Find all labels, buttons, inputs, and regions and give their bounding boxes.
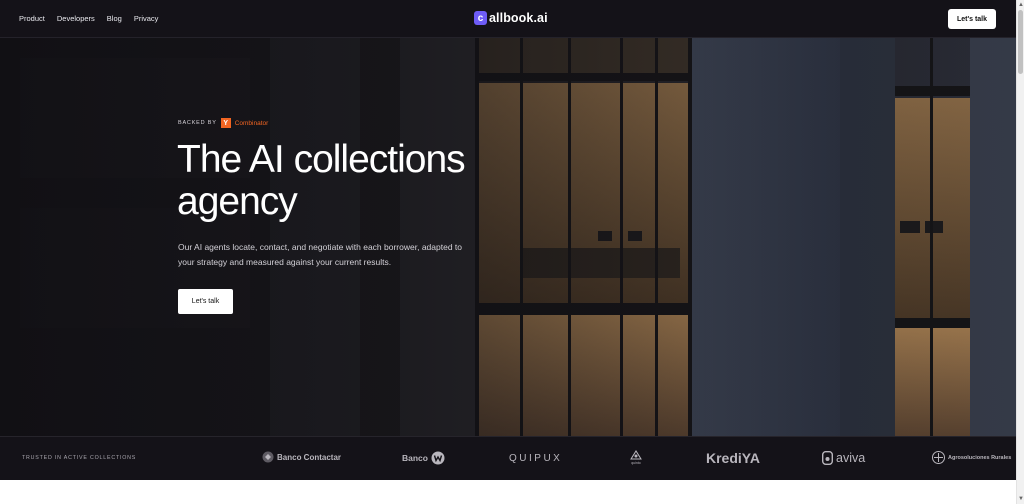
backed-by-label: BACKED BY	[178, 120, 217, 126]
logo-quinto: quinto	[630, 450, 642, 465]
scroll-down-icon[interactable]: ▼	[1018, 496, 1024, 502]
brand-logo-icon: c	[474, 11, 487, 25]
nav-links: Product Developers Blog Privacy	[19, 14, 158, 23]
yc-name: Combinator	[234, 119, 269, 127]
aviva-icon	[822, 451, 833, 465]
nav-link-privacy[interactable]: Privacy	[134, 14, 159, 23]
page-scrollbar[interactable]: ▲ ▼	[1016, 0, 1024, 504]
hero-overlay	[0, 38, 1016, 436]
banco-w-icon	[431, 451, 445, 465]
banco-contactar-icon	[262, 451, 274, 463]
brand-name: allbook.ai	[489, 11, 548, 25]
top-navigation: Product Developers Blog Privacy c allboo…	[0, 0, 1016, 38]
quinto-text: quinto	[631, 461, 641, 465]
nav-link-product[interactable]: Product	[19, 14, 45, 23]
backed-by-badge: BACKED BY Y Combinator	[178, 118, 268, 128]
yc-logo-icon: Y	[220, 118, 231, 128]
hero-lets-talk-button[interactable]: Let's talk	[178, 289, 233, 314]
page-viewport: Product Developers Blog Privacy c allboo…	[0, 0, 1016, 504]
nav-link-blog[interactable]: Blog	[107, 14, 122, 23]
nav-link-developers[interactable]: Developers	[57, 14, 95, 23]
quipux-text: QUIPUX	[509, 453, 563, 464]
scrollbar-thumb[interactable]	[1018, 10, 1023, 74]
logo-quipux: QUIPUX	[509, 453, 562, 464]
banco-w-text: Banco	[402, 453, 428, 463]
agro-icon	[932, 451, 945, 464]
krediya-text: KrediYA	[706, 450, 760, 466]
logo-agrosoluciones: Agrosoluciones Rurales	[932, 451, 1011, 464]
banco-contactar-text: Banco Contactar	[277, 452, 342, 462]
hero-section: BACKED BY Y Combinator The AI collection…	[0, 38, 1016, 436]
hero-subtext: Our AI agents locate, contact, and negot…	[178, 242, 462, 267]
brand-logo[interactable]: c allbook.ai	[474, 11, 548, 25]
logo-banco-contactar: Banco Contactar	[262, 451, 341, 463]
trusted-logos-strip: TRUSTED IN ACTIVE COLLECTIONS Banco Cont…	[0, 436, 1016, 480]
scroll-up-icon[interactable]: ▲	[1018, 2, 1024, 8]
aviva-text: aviva	[836, 451, 866, 465]
logo-krediya: KrediYA	[706, 450, 760, 466]
logo-banco-w: Banco	[402, 451, 445, 465]
nav-lets-talk-button[interactable]: Let's talk	[948, 9, 996, 29]
trusted-label: TRUSTED IN ACTIVE COLLECTIONS	[22, 455, 137, 461]
logo-aviva: aviva	[822, 451, 865, 465]
hero-headline: The AI collections agency	[177, 138, 466, 223]
below-fold-area	[0, 480, 1016, 504]
agro-text: Agrosoluciones Rurales	[948, 454, 1012, 461]
quinto-icon	[630, 450, 642, 460]
